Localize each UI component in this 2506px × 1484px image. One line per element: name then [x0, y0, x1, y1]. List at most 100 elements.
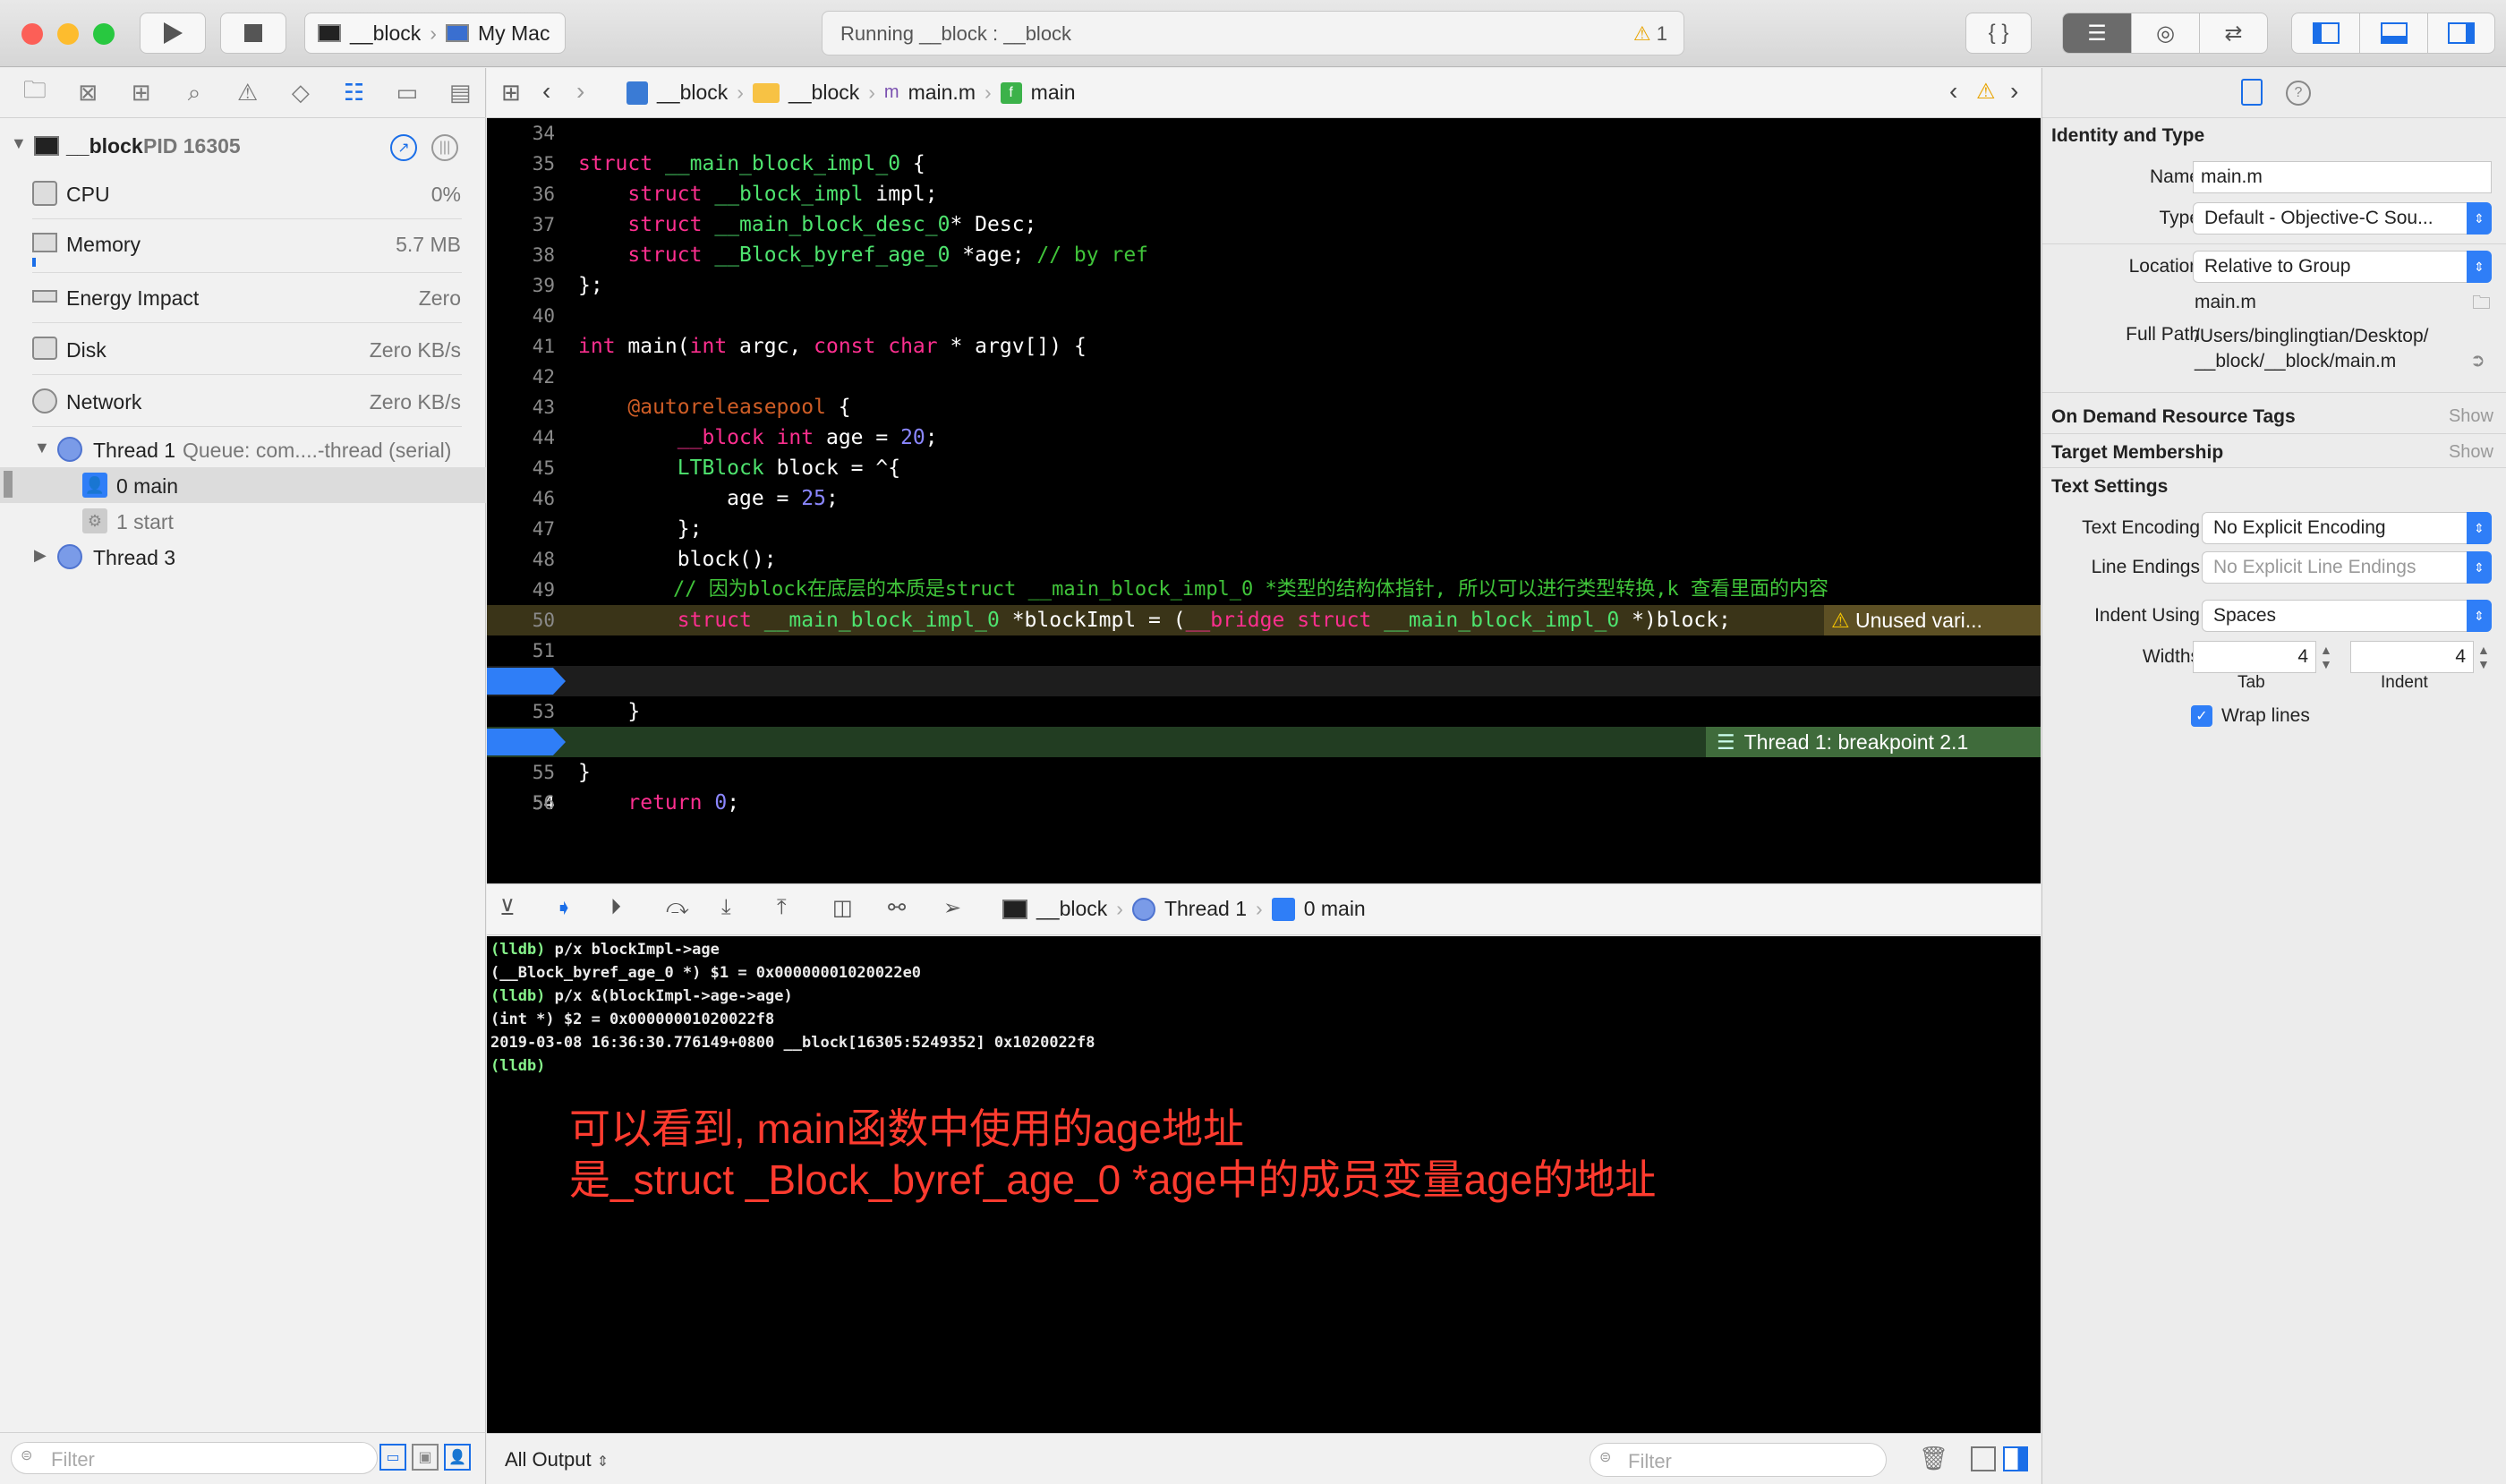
debug-breadcrumb-process[interactable]: __block	[1036, 897, 1107, 921]
breakpoints-toggle-icon[interactable]: ➧	[555, 895, 573, 921]
run-button[interactable]	[140, 13, 206, 54]
console-view-toggle-icon[interactable]	[2003, 1446, 2028, 1471]
name-field[interactable]: main.m	[2193, 161, 2492, 193]
inline-warning-badge[interactable]: ⚠ Unused vari...	[1824, 605, 2041, 635]
user-frames-filter-icon[interactable]: 👤	[444, 1444, 471, 1471]
gauge-disk[interactable]: Disk Zero KB/s	[0, 331, 486, 371]
breakpoint-marker[interactable]	[487, 668, 566, 695]
user-frame-icon: 👤	[82, 473, 107, 498]
process-icon	[1002, 899, 1027, 919]
symbol-icon[interactable]: ⊞	[115, 75, 166, 111]
warning-icon[interactable]: ⚠	[1976, 79, 1996, 105]
code-line: 35 struct __main_block_impl_0 {	[487, 149, 2041, 179]
filter-field[interactable]: ⊜ Filter	[11, 1442, 378, 1474]
forward-chevron-icon[interactable]: ›	[576, 77, 584, 106]
report-icon[interactable]: ▤	[435, 75, 486, 111]
code-snippet-button[interactable]: { }	[1965, 13, 2032, 54]
tab-width-field[interactable]: 4	[2193, 641, 2316, 673]
stop-button[interactable]	[220, 13, 286, 54]
thread-1-row[interactable]: ▼ Thread 1 Queue: com....-thread (serial…	[0, 431, 486, 467]
stack-frame-0-row[interactable]: 👤 0 main	[0, 467, 486, 503]
gauge-filter-icon[interactable]: ▭	[379, 1444, 406, 1471]
location-select[interactable]: Relative to Group ⇕	[2193, 251, 2492, 283]
encoding-select[interactable]: No Explicit Encoding ⇕	[2202, 512, 2492, 544]
gauge-icon[interactable]: ↗	[390, 134, 417, 161]
zoom-window-button[interactable]	[93, 23, 115, 45]
continue-icon[interactable]: ⏵	[610, 895, 621, 920]
activity-warning-count[interactable]: ⚠ 1	[1633, 22, 1667, 46]
chevron-right-icon: ›	[430, 21, 437, 45]
stack-frame-1-row[interactable]: ⚙ 1 start	[0, 503, 486, 539]
related-items-icon[interactable]: ⊞	[501, 79, 521, 107]
toggle-navigator-button[interactable]	[2292, 13, 2359, 53]
breadcrumb-group[interactable]: __block	[788, 81, 859, 105]
gauge-cpu[interactable]: CPU 0%	[0, 175, 486, 215]
tab-width-stepper[interactable]: ▲ ▼	[2320, 643, 2332, 671]
hide-debug-area-icon[interactable]: ⊻	[499, 895, 516, 921]
reveal-arrow-icon[interactable]: ➲	[2470, 349, 2485, 371]
output-selector[interactable]: All Output ⇕	[505, 1448, 609, 1471]
thread-icon	[57, 437, 82, 462]
type-select[interactable]: Default - Objective-C Sou... ⇕	[2193, 202, 2492, 235]
filter-icon: ⊜	[1599, 1450, 1612, 1465]
toggle-inspector-button[interactable]	[2426, 13, 2494, 53]
previous-issue-icon[interactable]: ‹	[1949, 77, 1957, 106]
thread-3-row[interactable]: ▶ Thread 3	[0, 539, 486, 575]
breakpoint-icon[interactable]: ▭	[381, 75, 432, 111]
issue-icon[interactable]: ⚠	[222, 75, 273, 111]
gauge-memory[interactable]: Memory 5.7 MB	[0, 226, 486, 270]
indent-width-field[interactable]: 4	[2350, 641, 2474, 673]
step-out-icon[interactable]: ⤒	[777, 895, 787, 920]
debug-navigator-icon[interactable]: ☷	[328, 75, 379, 111]
next-issue-icon[interactable]: ›	[2010, 77, 2018, 106]
breadcrumb-project[interactable]: __block	[657, 81, 728, 105]
breakpoint-annotation[interactable]: ☰ Thread 1: breakpoint 2.1	[1706, 727, 2041, 757]
process-row[interactable]: ▼ __block PID 16305 ↗ |||	[0, 129, 486, 165]
warning-icon: ⚠	[1632, 22, 1651, 45]
line-number: 45	[532, 457, 555, 479]
name-label: Name	[2149, 166, 2200, 187]
test-icon[interactable]: ◇	[275, 75, 326, 111]
standard-editor-button[interactable]: ☰	[2063, 13, 2131, 53]
debug-breadcrumb-frame[interactable]: 0 main	[1304, 897, 1366, 921]
memory-graph-icon[interactable]: ⚯	[888, 895, 906, 921]
console-filter-field[interactable]: ⊜ Filter	[1590, 1443, 1887, 1477]
location-icon[interactable]: ➢	[943, 895, 961, 921]
close-window-button[interactable]	[21, 23, 43, 45]
source-control-icon[interactable]: ⊠	[62, 75, 113, 111]
indent-using-select[interactable]: Spaces ⇕	[2202, 600, 2492, 632]
file-inspector-icon[interactable]	[2241, 79, 2263, 106]
breakpoint-marker[interactable]	[487, 729, 566, 755]
odr-show-button[interactable]: Show	[2449, 406, 2493, 427]
folder-icon[interactable]: 🗀	[2472, 290, 2491, 321]
search-icon[interactable]: ⌕	[168, 75, 219, 111]
step-over-icon[interactable]: ⤼	[666, 895, 689, 920]
assistant-editor-button[interactable]: ◎	[2131, 13, 2199, 53]
encoding-value: No Explicit Encoding	[2213, 517, 2386, 538]
step-into-icon[interactable]: ⤓	[721, 895, 731, 920]
breadcrumb-symbol[interactable]: main	[1031, 81, 1076, 105]
indent-width-stepper[interactable]: ▲ ▼	[2477, 643, 2490, 671]
breadcrumb-file[interactable]: main.m	[908, 81, 976, 105]
minimize-window-button[interactable]	[57, 23, 79, 45]
version-editor-button[interactable]: ⇄	[2199, 13, 2267, 53]
line-endings-select[interactable]: No Explicit Line Endings ⇕	[2202, 551, 2492, 584]
toggle-debug-area-button[interactable]	[2359, 13, 2426, 53]
thread-filter-icon[interactable]: |||	[431, 134, 458, 161]
wrap-lines-checkbox[interactable]: ✓	[2191, 705, 2212, 727]
scheme-selector[interactable]: __block › My Mac	[304, 13, 566, 54]
debug-breadcrumb-thread[interactable]: Thread 1	[1164, 897, 1247, 921]
target-show-button[interactable]: Show	[2449, 442, 2493, 463]
source-editor[interactable]: 34 35 struct __main_block_impl_0 { 36 str…	[487, 118, 2041, 883]
variables-view-toggle-icon[interactable]	[1971, 1446, 1996, 1471]
quick-help-icon[interactable]: ?	[2286, 81, 2311, 106]
trash-icon[interactable]: 🗑	[1919, 1445, 1948, 1472]
gauge-energy[interactable]: Energy Impact Zero	[0, 279, 486, 319]
crashed-filter-icon[interactable]: ▣	[412, 1444, 439, 1471]
cpu-icon	[32, 181, 57, 206]
gauge-network[interactable]: Network Zero KB/s	[0, 383, 486, 422]
view-hierarchy-icon[interactable]: ◫	[832, 895, 853, 921]
console-line: (lldb)	[490, 1054, 2037, 1078]
folder-icon[interactable]: 🗀	[9, 75, 60, 111]
back-chevron-icon[interactable]: ‹	[542, 77, 550, 106]
